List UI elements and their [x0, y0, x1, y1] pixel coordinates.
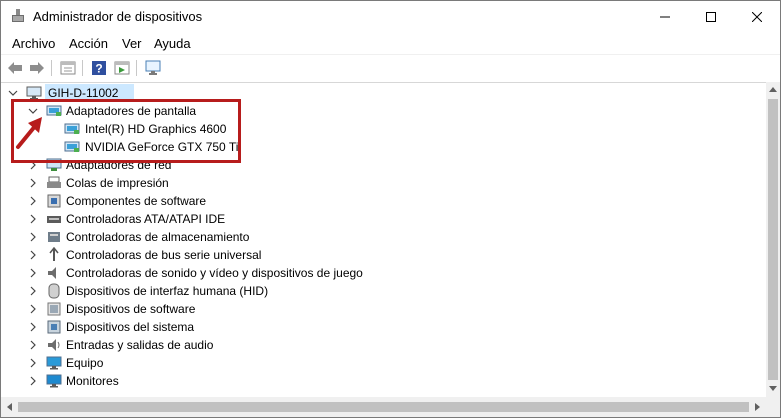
device-label[interactable]: Intel(R) HD Graphics 4600	[85, 120, 226, 138]
help-icon: ?	[92, 61, 106, 76]
category-label[interactable]: Controladoras de almacenamiento	[66, 228, 249, 246]
window-title: Administrador de dispositivos	[33, 9, 203, 24]
view-button[interactable]	[112, 58, 132, 78]
expand-chevron-icon[interactable]	[28, 304, 38, 314]
toolbar: ?	[1, 54, 780, 83]
computer-icon	[26, 86, 42, 100]
horizontal-scrollbar[interactable]	[1, 397, 766, 417]
category-label[interactable]: Componentes de software	[66, 192, 206, 210]
software-device-icon	[47, 302, 61, 316]
close-button[interactable]	[734, 1, 780, 32]
expand-chevron-icon[interactable]	[28, 376, 38, 386]
computer-icon	[46, 356, 62, 370]
svg-text:?: ?	[95, 62, 102, 76]
display-adapter-icon	[46, 105, 62, 116]
software-component-icon	[47, 194, 61, 208]
expand-chevron-icon[interactable]	[28, 160, 38, 170]
category-label[interactable]: Equipo	[66, 354, 103, 372]
network-adapter-icon	[46, 158, 62, 171]
category-label[interactable]: Controladoras de sonido y vídeo y dispos…	[66, 264, 363, 282]
display-adapter-icon	[64, 141, 80, 152]
menu-ayuda[interactable]: Ayuda	[154, 36, 191, 51]
maximize-button[interactable]	[688, 1, 734, 32]
back-icon	[8, 62, 22, 74]
menu-bar: Archivo Acción Ver Ayuda	[1, 32, 780, 54]
device-tree: GIH-D-11002 Adaptadores de pantalla Intel…	[1, 82, 766, 397]
expand-chevron-icon[interactable]	[28, 196, 38, 206]
category-label[interactable]: Dispositivos de software	[66, 300, 195, 318]
horizontal-scroll-thumb[interactable]	[18, 402, 749, 412]
audio-icon	[48, 339, 60, 351]
help-button[interactable]: ?	[89, 58, 109, 78]
expand-chevron-icon[interactable]	[28, 268, 38, 278]
category-label[interactable]: Monitores	[66, 372, 119, 390]
expand-chevron-icon[interactable]	[28, 232, 38, 242]
monitor-icon	[46, 374, 62, 388]
collapse-chevron-icon[interactable]	[28, 106, 38, 116]
printer-icon	[47, 176, 61, 188]
category-label[interactable]: Controladoras ATA/ATAPI IDE	[66, 210, 225, 228]
maximize-icon	[706, 11, 716, 22]
ide-controller-icon	[47, 216, 61, 223]
vertical-scrollbar[interactable]	[766, 82, 780, 397]
view-icon	[114, 61, 130, 75]
scroll-down-icon[interactable]	[769, 386, 777, 392]
category-label[interactable]: Entradas y salidas de audio	[66, 336, 213, 354]
minimize-icon	[660, 16, 670, 17]
expand-chevron-icon[interactable]	[28, 214, 38, 224]
system-device-icon	[47, 320, 61, 334]
device-manager-icon	[12, 9, 24, 22]
storage-controller-icon	[48, 232, 60, 242]
toolbar-separator	[82, 60, 83, 76]
expand-chevron-icon[interactable]	[28, 178, 38, 188]
toolbar-separator	[136, 60, 137, 76]
scroll-right-icon[interactable]	[755, 403, 761, 411]
expand-chevron-icon[interactable]	[28, 322, 38, 332]
expand-chevron-icon[interactable]	[28, 286, 38, 296]
expand-chevron-icon[interactable]	[28, 340, 38, 350]
back-button[interactable]	[5, 58, 25, 78]
properties-icon	[60, 61, 76, 75]
toolbar-separator	[51, 60, 52, 76]
display-adapter-icon	[64, 123, 80, 134]
forward-button[interactable]	[27, 58, 47, 78]
menu-ver[interactable]: Ver	[122, 36, 142, 51]
category-label[interactable]: Dispositivos de interfaz humana (HID)	[66, 282, 268, 300]
expand-chevron-icon[interactable]	[28, 358, 38, 368]
expand-chevron-icon[interactable]	[28, 250, 38, 260]
menu-accion[interactable]: Acción	[69, 36, 108, 51]
monitor-icon	[145, 60, 161, 75]
properties-button[interactable]	[58, 58, 78, 78]
scroll-left-icon[interactable]	[6, 403, 12, 411]
vertical-scroll-thumb[interactable]	[768, 99, 778, 380]
usb-icon	[49, 247, 59, 261]
category-label[interactable]: Dispositivos del sistema	[66, 318, 194, 336]
device-manager-window: Administrador de dispositivos Archivo Ac…	[0, 0, 781, 418]
category-label[interactable]: Colas de impresión	[66, 174, 169, 192]
sound-icon	[48, 267, 56, 279]
collapse-chevron-icon[interactable]	[8, 88, 18, 98]
category-label[interactable]: Adaptadores de pantalla	[66, 102, 196, 120]
scan-hardware-button[interactable]	[143, 58, 163, 78]
title-bar: Administrador de dispositivos	[1, 1, 780, 32]
device-label[interactable]: NVIDIA GeForce GTX 750 Ti	[85, 138, 238, 156]
scroll-corner	[766, 397, 780, 417]
minimize-button[interactable]	[642, 1, 688, 32]
close-icon	[752, 11, 762, 22]
forward-icon	[30, 62, 44, 74]
root-node-label[interactable]: GIH-D-11002	[48, 84, 118, 102]
category-label[interactable]: Controladoras de bus serie universal	[66, 246, 261, 264]
scroll-up-icon[interactable]	[769, 86, 777, 92]
menu-archivo[interactable]: Archivo	[12, 36, 55, 51]
hid-icon	[48, 283, 60, 299]
category-label[interactable]: Adaptadores de red	[66, 156, 171, 174]
